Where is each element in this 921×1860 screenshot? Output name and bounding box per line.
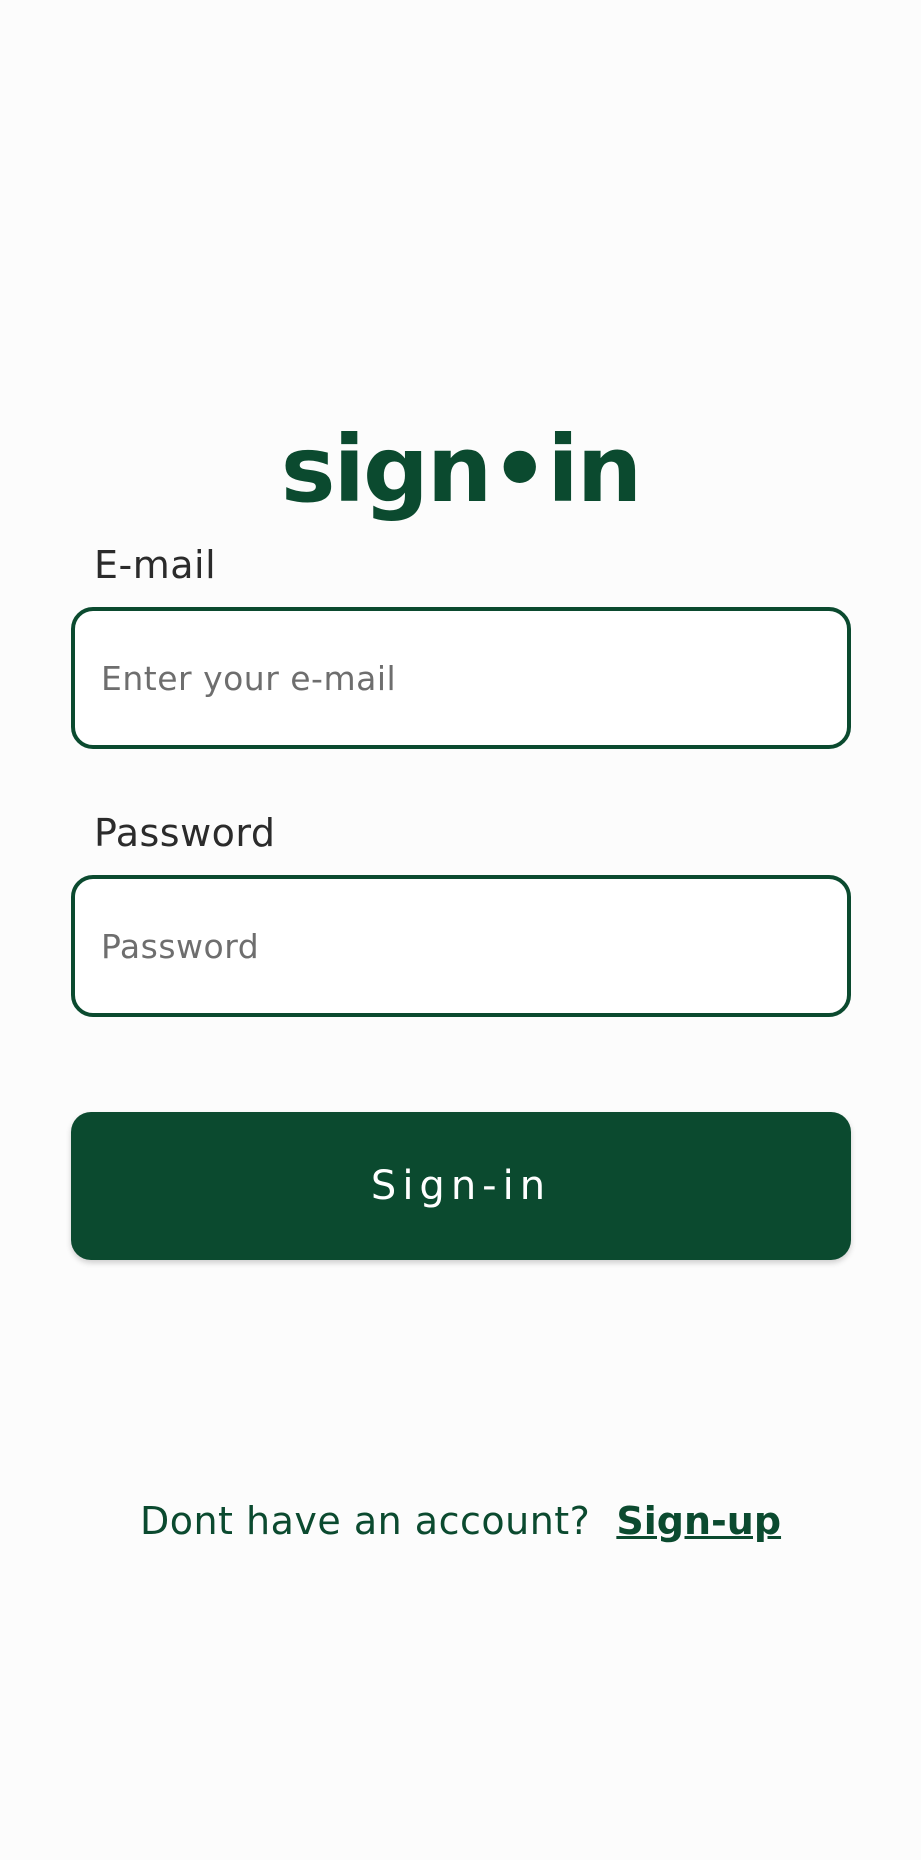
app-logo: sign•in [280, 416, 642, 523]
sign-up-link[interactable]: Sign-up [616, 1499, 781, 1543]
password-input[interactable] [71, 875, 851, 1017]
email-label: E-mail [94, 543, 217, 587]
email-input[interactable] [71, 607, 851, 749]
sign-in-button[interactable]: Sign-in [71, 1112, 851, 1260]
password-label: Password [94, 811, 276, 855]
signup-prompt-text: Dont have an account? [139, 1499, 591, 1543]
signup-prompt-row: Dont have an account? Sign-up [0, 1495, 921, 1547]
